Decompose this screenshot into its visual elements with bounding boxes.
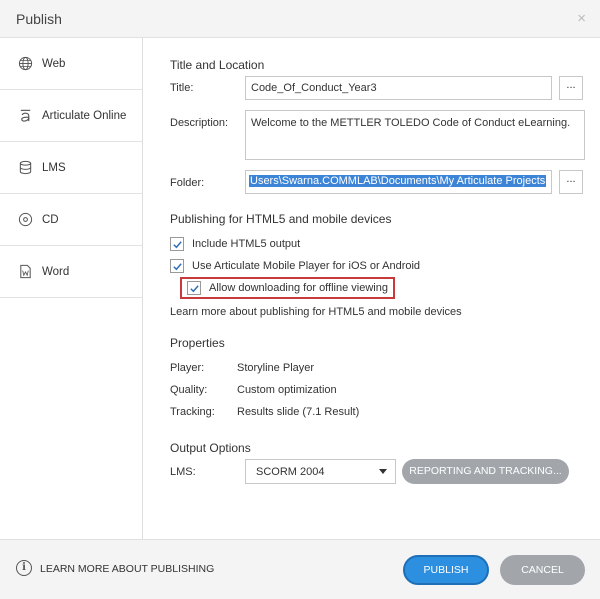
description-label: Description:: [170, 117, 229, 129]
folder-label: Folder:: [170, 177, 205, 189]
dialog-footer: i LEARN MORE ABOUT PUBLISHING PUBLISH CA…: [0, 539, 600, 599]
sidebar: Web Articulate Online LMS CD Word: [0, 38, 143, 539]
word-document-icon: [17, 264, 33, 280]
publish-button[interactable]: PUBLISH: [403, 555, 489, 585]
offline-viewing-checkbox[interactable]: [187, 281, 201, 295]
globe-icon: [17, 56, 33, 72]
quality-label: Quality:: [170, 384, 208, 396]
lms-selected-value: SCORM 2004: [256, 466, 325, 478]
include-html5-option[interactable]: Include HTML5 output: [170, 237, 300, 251]
offline-viewing-label: Allow downloading for offline viewing: [209, 282, 388, 294]
info-icon: i: [16, 560, 32, 576]
sidebar-item-label: Word: [42, 265, 70, 278]
mobile-player-checkbox[interactable]: [170, 259, 184, 273]
sidebar-item-lms[interactable]: LMS: [0, 142, 142, 194]
quality-value[interactable]: Custom optimization: [237, 384, 337, 396]
database-icon: [17, 160, 33, 176]
disc-icon: [17, 212, 33, 228]
cancel-button[interactable]: CANCEL: [500, 555, 585, 585]
title-label: Title:: [170, 82, 194, 94]
offline-viewing-option[interactable]: Allow downloading for offline viewing: [187, 281, 388, 295]
tracking-value[interactable]: Results slide (7.1 Result): [237, 406, 359, 418]
sidebar-item-label: CD: [42, 213, 59, 226]
checkmark-icon: [189, 284, 199, 292]
title-input[interactable]: Code_Of_Conduct_Year3: [245, 76, 552, 100]
learn-more-html5-link[interactable]: Learn more about publishing for HTML5 an…: [170, 306, 462, 318]
articulate-icon: [17, 108, 33, 124]
learn-more-publishing-link[interactable]: LEARN MORE ABOUT PUBLISHING: [40, 563, 214, 575]
reporting-tracking-button[interactable]: REPORTING AND TRACKING...: [402, 459, 569, 484]
folder-browse-button[interactable]: ...: [559, 170, 583, 194]
lms-label: LMS:: [170, 466, 196, 478]
checkmark-icon: [172, 240, 182, 248]
folder-path-selection: Users\Swarna.COMMLAB\Documents\My Articu…: [249, 175, 547, 187]
publish-dialog: Publish × Web Articulate Online LMS CD W…: [0, 0, 600, 599]
tracking-label: Tracking:: [170, 406, 215, 418]
lms-select[interactable]: SCORM 2004: [245, 459, 396, 484]
mobile-player-label: Use Articulate Mobile Player for iOS or …: [192, 260, 421, 272]
dialog-title: Publish: [16, 11, 62, 27]
title-bar: Publish ×: [0, 0, 600, 38]
sidebar-item-label: Articulate Online: [42, 109, 127, 122]
sidebar-item-web[interactable]: Web: [0, 38, 142, 90]
folder-input[interactable]: Users\Swarna.COMMLAB\Documents\My Articu…: [245, 170, 552, 194]
include-html5-label: Include HTML5 output: [192, 238, 301, 250]
sidebar-item-cd[interactable]: CD: [0, 194, 142, 246]
sidebar-item-label: LMS: [42, 161, 66, 174]
title-browse-button[interactable]: ...: [559, 76, 583, 100]
sidebar-item-label: Web: [42, 57, 66, 70]
properties-heading: Properties: [170, 336, 225, 350]
checkmark-icon: [172, 262, 182, 270]
mobile-player-option[interactable]: Use Articulate Mobile Player for iOS or …: [170, 259, 420, 273]
chevron-down-icon: [379, 469, 387, 474]
sidebar-item-articulate-online[interactable]: Articulate Online: [0, 90, 142, 142]
sidebar-item-word[interactable]: Word: [0, 246, 142, 298]
player-value[interactable]: Storyline Player: [237, 362, 314, 374]
player-label: Player:: [170, 362, 205, 374]
description-textarea[interactable]: Welcome to the METTLER TOLEDO Code of Co…: [245, 110, 585, 160]
include-html5-checkbox[interactable]: [170, 237, 184, 251]
title-location-heading: Title and Location: [170, 58, 265, 72]
output-options-heading: Output Options: [170, 441, 251, 455]
close-icon[interactable]: ×: [577, 10, 586, 27]
html5-heading: Publishing for HTML5 and mobile devices: [170, 212, 392, 226]
